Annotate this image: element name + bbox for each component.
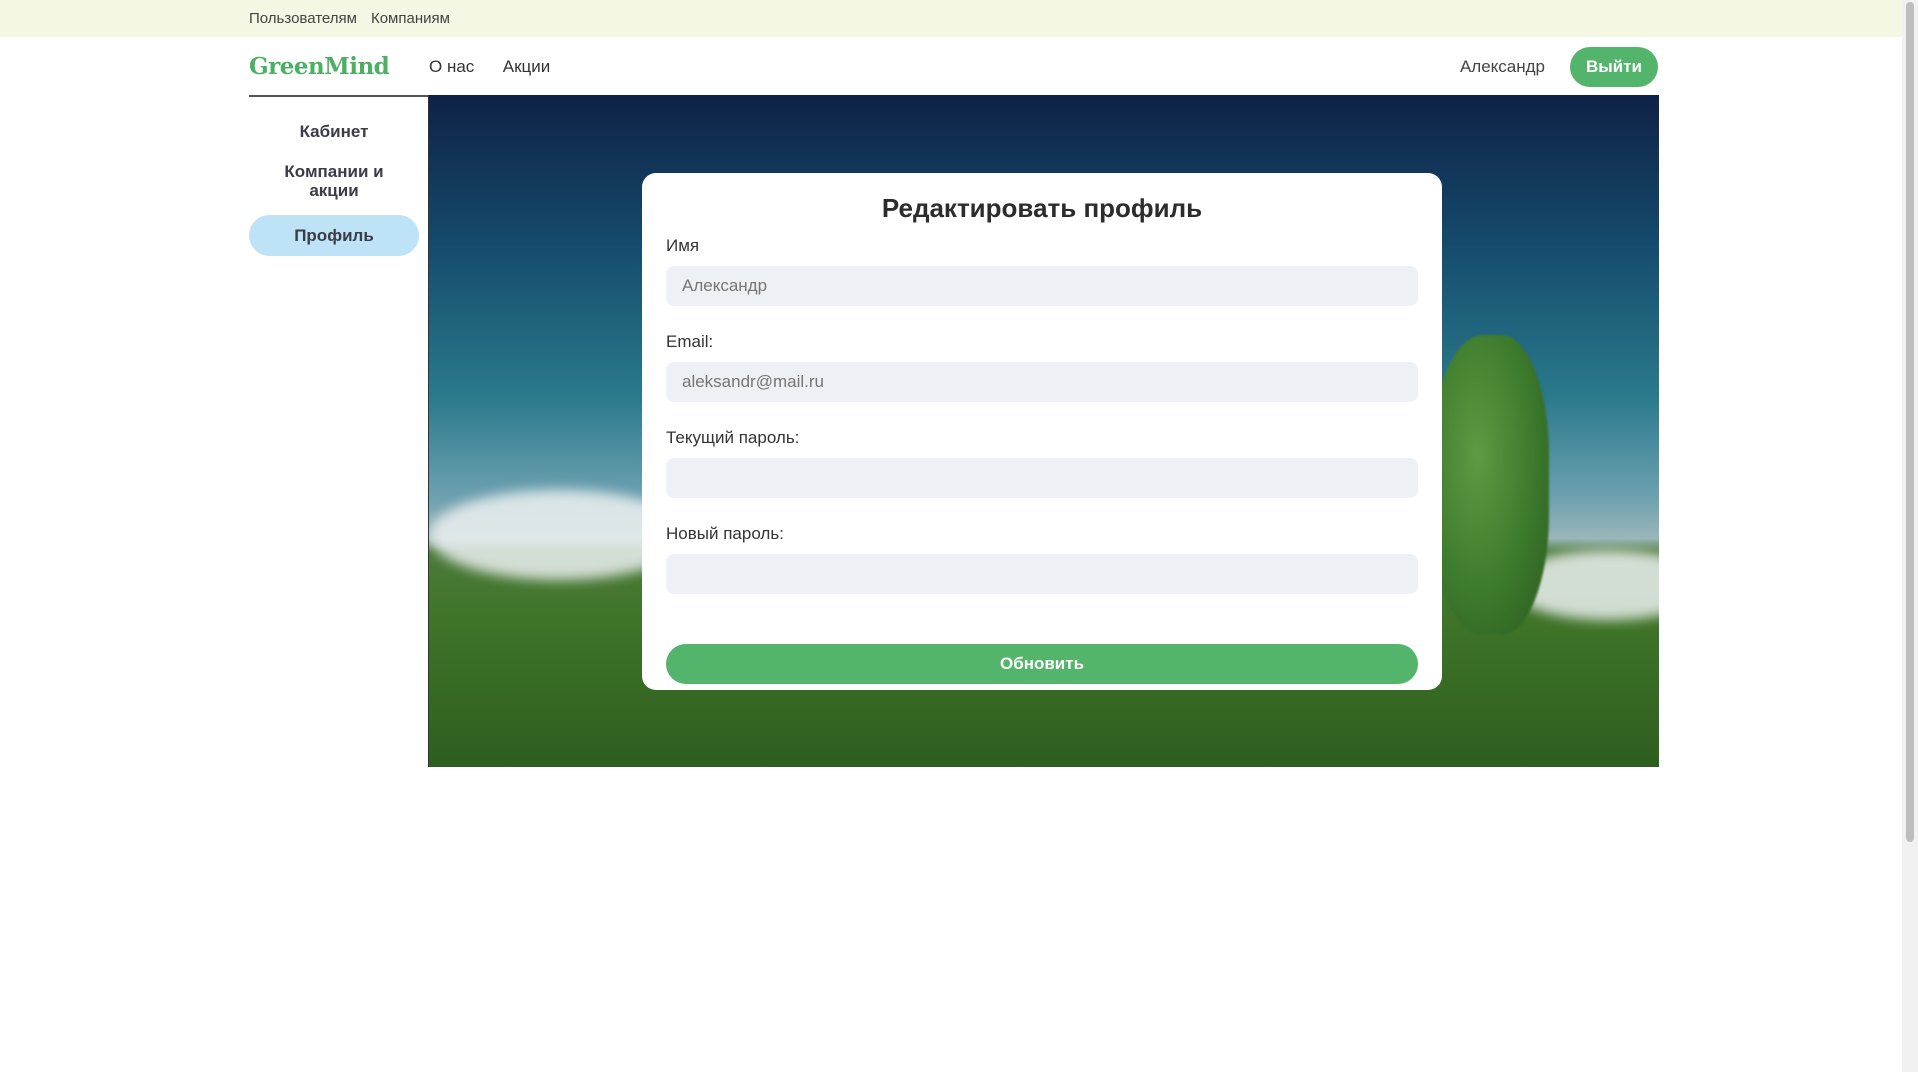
- email-field[interactable]: [666, 362, 1418, 402]
- link-users[interactable]: Пользователям: [249, 10, 357, 27]
- new-password-field[interactable]: [666, 554, 1418, 594]
- email-label: Email:: [666, 332, 714, 351]
- form-title: Редактировать профиль: [881, 193, 1203, 223]
- scrollbar-thumb[interactable]: [1906, 2, 1914, 842]
- sidebar: Кабинет Компании и акции Профиль: [249, 95, 428, 769]
- nav-promotions[interactable]: Акции: [503, 57, 551, 76]
- audience-links: Пользователям Компаниям: [249, 10, 464, 27]
- edit-profile-card: Редактировать профиль Имя Email: Текущий…: [642, 173, 1442, 690]
- current-password-label: Текущий пароль:: [666, 428, 800, 447]
- name-field[interactable]: [666, 266, 1418, 306]
- current-username[interactable]: Александр: [1460, 57, 1545, 77]
- nav-about[interactable]: О нас: [429, 57, 474, 76]
- update-button[interactable]: Обновить: [666, 644, 1418, 684]
- current-password-field[interactable]: [666, 458, 1418, 498]
- main-header: GreenMind О нас Акции Александр Выйти: [249, 37, 1658, 96]
- new-password-label: Новый пароль:: [666, 524, 784, 543]
- name-label: Имя: [666, 236, 700, 255]
- tree-image: [1429, 335, 1549, 635]
- top-audience-bar: Пользователям Компаниям: [0, 0, 1902, 37]
- sidebar-item-profile[interactable]: Профиль: [249, 215, 419, 256]
- main-nav: О нас Акции: [429, 57, 574, 77]
- sidebar-item-cabinet[interactable]: Кабинет: [249, 111, 419, 152]
- logout-button[interactable]: Выйти: [1570, 46, 1658, 87]
- greenmind-logo[interactable]: GreenMind: [249, 53, 429, 80]
- page-scrollbar[interactable]: [1902, 0, 1918, 1072]
- link-companies[interactable]: Компаниям: [371, 10, 450, 27]
- sidebar-item-companies[interactable]: Компании и акции: [249, 154, 419, 208]
